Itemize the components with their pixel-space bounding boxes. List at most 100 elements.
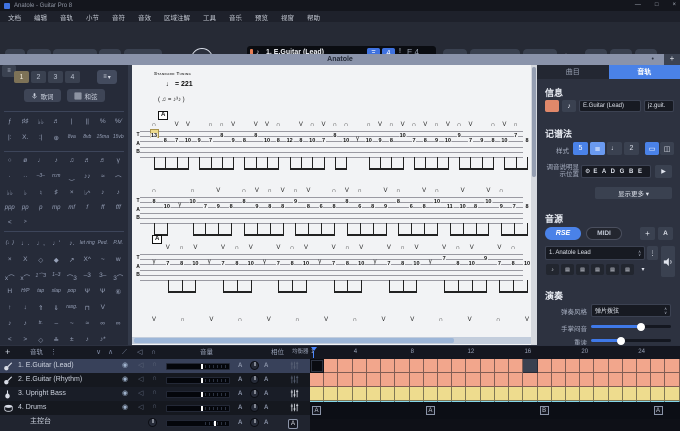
palette-symbol[interactable]: 1–3	[49, 272, 65, 282]
matrix-cell-bar-3[interactable]	[338, 359, 352, 373]
fret-number[interactable]: 8	[268, 204, 272, 210]
volume-slider[interactable]	[166, 405, 230, 412]
fret-number[interactable]: 9	[197, 138, 201, 144]
fret-number[interactable]: 8	[423, 138, 427, 144]
palette-symbol[interactable]: (♩)	[2, 240, 18, 247]
fret-number[interactable]: 8	[474, 204, 478, 210]
menu-item-11[interactable]: 视窗	[281, 12, 294, 22]
fret-number[interactable]: 8	[525, 204, 529, 210]
matrix-cell-bar-25[interactable]	[651, 373, 665, 387]
track-name[interactable]: 4. Drums	[18, 401, 46, 415]
fret-number[interactable]: 10	[501, 138, 508, 144]
track-name[interactable]: 3. Upright Bass	[18, 387, 66, 401]
fret-number[interactable]: 10	[192, 261, 199, 267]
fret-number[interactable]: 7	[322, 138, 326, 144]
palette-symbol[interactable]: x⌒	[2, 272, 18, 282]
mute-all-icon[interactable]: ◁	[137, 346, 142, 359]
matrix-cell-bar-15[interactable]	[509, 373, 523, 387]
volume-automation-label[interactable]: A	[238, 401, 242, 415]
voice-button-3[interactable]: 3	[48, 71, 63, 83]
mute-icon[interactable]: ◁	[138, 375, 143, 383]
fret-number[interactable]: 9	[457, 133, 461, 139]
fret-number[interactable]: 7	[512, 204, 516, 210]
palette-symbol[interactable]: –	[49, 320, 65, 327]
palette-symbol[interactable]: tr.	[33, 320, 49, 327]
track-row-1[interactable]: 1. E.Guitar (Lead)◉◁∩AA	[0, 359, 310, 373]
fret-number[interactable]: 8	[254, 133, 258, 139]
pedal-icon[interactable]: ▤	[606, 264, 619, 275]
maximize-button[interactable]: □	[655, 0, 659, 11]
matrix-cell-bar-2[interactable]	[324, 387, 338, 401]
track-name-field[interactable]: E.Guitar (Lead)	[579, 100, 641, 112]
matrix-cell-bar-22[interactable]	[609, 359, 623, 373]
matrix-cell-bar-2[interactable]	[324, 373, 338, 387]
palette-symbol[interactable]: f	[80, 205, 96, 211]
palette-symbol[interactable]: ‿	[64, 173, 80, 183]
auto-sound-button[interactable]: A	[658, 227, 673, 240]
track-name[interactable]: 2. E.Guitar (Rhythm)	[18, 373, 82, 387]
palette-symbol[interactable]: ⇓	[49, 304, 65, 312]
fret-number[interactable]: 7	[208, 138, 212, 144]
palette-symbol[interactable]: ⊕	[49, 134, 65, 142]
palette-symbol[interactable]: ♭♭	[2, 189, 18, 197]
matrix-cell-bar-8[interactable]	[410, 359, 424, 373]
palette-symbol[interactable]: ⊓	[80, 304, 96, 312]
notation-style-button-4[interactable]: 2	[624, 142, 639, 155]
palette-symbol[interactable]: tap	[33, 288, 49, 296]
fret-number[interactable]: 8	[511, 261, 515, 267]
palette-symbol[interactable]: |:	[2, 134, 18, 142]
matrix-cell-bar-26[interactable]	[665, 387, 679, 401]
matrix-cell-bar-17[interactable]	[538, 359, 552, 373]
matrix-cell-bar-12[interactable]	[466, 359, 480, 373]
notation-style-button-1[interactable]: 5	[573, 142, 588, 155]
palette-symbol[interactable]: ♩	[33, 157, 49, 164]
matrix-cell-bar-12[interactable]	[466, 373, 480, 387]
matrix-cell-bar-11[interactable]	[452, 359, 466, 373]
section-marker-b[interactable]: B	[540, 406, 549, 415]
close-button[interactable]: ×	[672, 0, 676, 11]
fret-number[interactable]: 8	[229, 204, 233, 210]
voice-button-1[interactable]: 1	[14, 71, 29, 83]
matrix-cell-bar-4[interactable]	[353, 387, 367, 401]
mute-icon[interactable]: ◁	[138, 403, 143, 411]
palette-symbol[interactable]: 8vb	[80, 134, 96, 142]
master-gain-knob[interactable]	[148, 418, 157, 427]
menu-item-2[interactable]: 编辑	[34, 12, 47, 22]
matrix-cell-bar-6[interactable]	[381, 387, 395, 401]
minimize-button[interactable]: —	[635, 0, 641, 11]
section-marker-a[interactable]: A	[654, 406, 663, 415]
matrix-cell-bar-6[interactable]	[381, 359, 395, 373]
pan-knob[interactable]	[250, 403, 259, 412]
matrix-cell-bar-11[interactable]	[452, 373, 466, 387]
add-track-button[interactable]: +	[5, 346, 10, 359]
fret-number[interactable]: 10	[365, 138, 372, 144]
palette-symbol[interactable]: >	[18, 219, 34, 226]
menu-item-10[interactable]: 预览	[255, 12, 268, 22]
fret-number[interactable]: 8	[152, 199, 156, 205]
fret-number[interactable]: 9	[499, 204, 503, 210]
palette-symbol[interactable]: V	[95, 304, 111, 312]
palette-symbol[interactable]: %⁄	[111, 118, 127, 126]
matrix-cell-bar-7[interactable]	[395, 373, 409, 387]
matrix-cell-bar-20[interactable]	[580, 359, 594, 373]
matrix-cell-bar-26[interactable]	[665, 359, 679, 373]
voice-dropdown-button[interactable]: ≡▾	[97, 70, 117, 84]
palette-symbol[interactable]: ♪*	[95, 336, 111, 344]
palette-symbol[interactable]: ○	[2, 157, 18, 164]
speaker-button[interactable]	[661, 246, 675, 277]
menu-item-3[interactable]: 音轨	[60, 12, 73, 22]
pedal2-icon[interactable]: ▤	[621, 264, 634, 275]
menu-item-4[interactable]: 小节	[86, 12, 99, 22]
expand-icon[interactable]: ∧	[108, 346, 113, 359]
palette-symbol[interactable]: ♩,	[33, 240, 49, 247]
fret-number[interactable]: 10	[468, 261, 475, 267]
palette-symbol[interactable]: ♭♭	[33, 118, 49, 126]
volume-automation-label[interactable]: A	[238, 387, 242, 401]
fret-number[interactable]: 8	[396, 199, 400, 205]
tuning-play-button[interactable]: ▶	[655, 165, 672, 178]
palette-symbol[interactable]: ⇑	[33, 304, 49, 312]
notation-style-button-3[interactable]: ♩	[607, 142, 622, 155]
menu-item-6[interactable]: 音效	[138, 12, 151, 22]
fret-number[interactable]: 9	[255, 204, 259, 210]
volume-slider[interactable]	[166, 363, 230, 370]
